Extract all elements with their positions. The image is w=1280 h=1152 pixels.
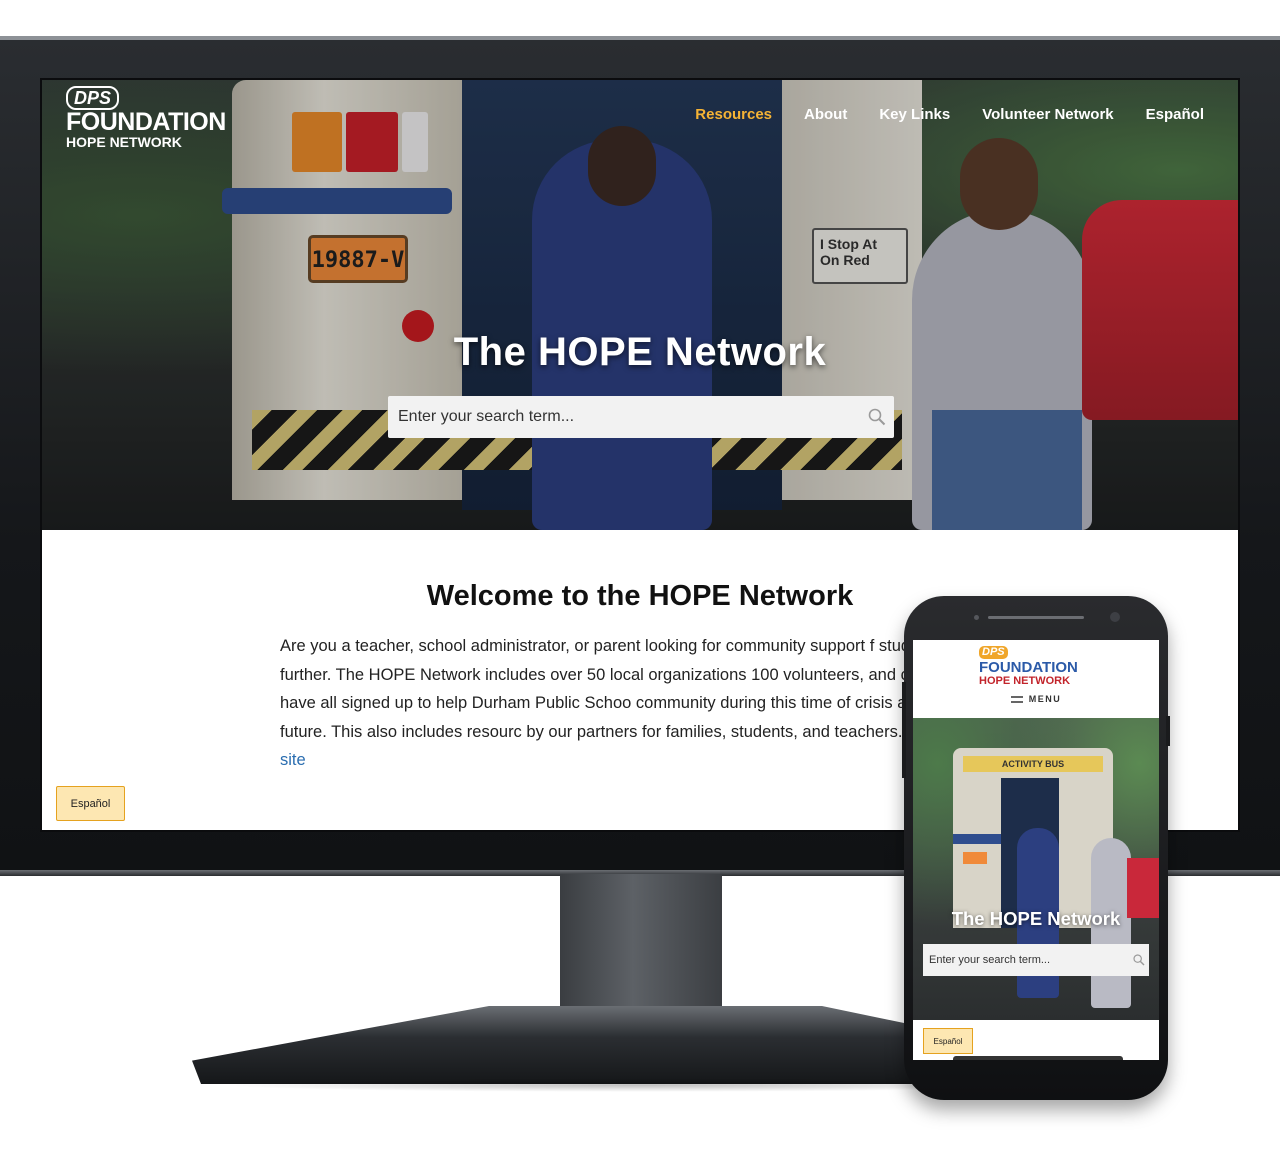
phone-speaker xyxy=(988,616,1084,619)
nav-item-resources[interactable]: Resources xyxy=(695,106,772,123)
phone-power-button xyxy=(1166,716,1170,746)
nav-item-key-links[interactable]: Key Links xyxy=(879,106,950,123)
mobile-logo-dps: DPS xyxy=(979,646,1008,659)
mobile-hero-section: ACTIVITY BUS The HOPE Network xyxy=(913,718,1159,1020)
mobile-logo-hope-network: HOPE NETWORK xyxy=(979,675,1071,687)
mobile-search-icon[interactable] xyxy=(1129,954,1149,966)
hero-section: 19887-V I Stop At On Red DPS FOUNDATION … xyxy=(42,80,1238,530)
mobile-site-logo[interactable]: DPS FOUNDATION HOPE NETWORK xyxy=(979,642,1109,687)
site-logo[interactable]: DPS FOUNDATION HOPE NETWORK xyxy=(66,86,246,150)
mobile-search-input[interactable] xyxy=(923,954,1129,966)
mobile-espanol-button[interactable]: Español xyxy=(923,1028,973,1054)
logo-foundation: FOUNDATION xyxy=(66,108,226,136)
nav-item-about[interactable]: About xyxy=(804,106,847,123)
mobile-search-bar xyxy=(923,944,1149,976)
hero-title: The HOPE Network xyxy=(453,330,827,374)
nav-item-espanol[interactable]: Español xyxy=(1146,106,1204,123)
hamburger-icon xyxy=(1010,696,1023,704)
main-nav: Resources About Key Links Volunteer Netw… xyxy=(695,106,1204,123)
search-icon[interactable] xyxy=(860,396,894,438)
logo-hope-network: HOPE NETWORK xyxy=(66,134,182,150)
mobile-menu-button[interactable]: MENU xyxy=(913,694,1159,704)
search-input[interactable] xyxy=(388,396,860,438)
search-bar xyxy=(388,396,894,438)
mobile-welcome-heading-cutoff xyxy=(953,1056,1123,1060)
mobile-hero-title: The HOPE Network xyxy=(951,908,1121,929)
mobile-phone: DPS FOUNDATION HOPE NETWORK MENU ACTIVIT… xyxy=(902,596,1170,1100)
mobile-menu-label: MENU xyxy=(1028,694,1062,704)
activity-bus-sign: ACTIVITY BUS xyxy=(963,756,1103,772)
logo-dps: DPS xyxy=(66,86,120,110)
phone-side-button xyxy=(902,682,906,778)
phone-camera xyxy=(1110,612,1120,622)
mobile-screen: DPS FOUNDATION HOPE NETWORK MENU ACTIVIT… xyxy=(913,640,1159,1060)
nav-item-volunteer-network[interactable]: Volunteer Network xyxy=(982,106,1113,123)
mobile-logo-foundation: FOUNDATION xyxy=(979,659,1078,676)
espanol-button[interactable]: Español xyxy=(56,786,125,821)
